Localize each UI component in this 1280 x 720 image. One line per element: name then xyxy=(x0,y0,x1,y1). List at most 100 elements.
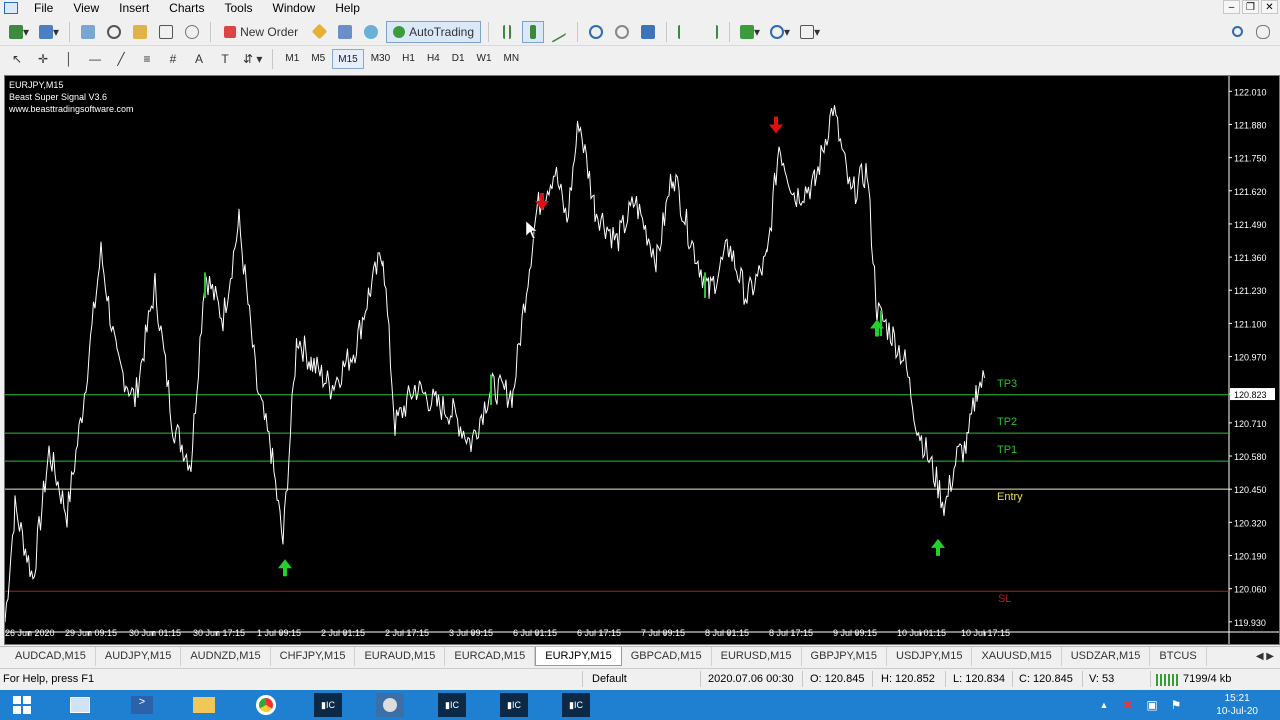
level-label-sl: SL xyxy=(998,593,1011,605)
timeframe-m30[interactable]: M30 xyxy=(366,49,395,69)
timeframe-h1[interactable]: H1 xyxy=(397,49,420,69)
tab-gbpcad-m15[interactable]: GBPCAD,M15 xyxy=(622,647,712,666)
channel-button[interactable]: ≡ xyxy=(136,48,158,70)
tester-button[interactable] xyxy=(181,21,203,43)
tab-audnzd-m15[interactable]: AUDNZD,M15 xyxy=(181,647,271,666)
metaeditor-button[interactable] xyxy=(308,21,330,43)
new-chart-button[interactable]: ▾ xyxy=(6,21,32,43)
horizontal-line-button[interactable]: — xyxy=(84,48,106,70)
auto-scroll-button[interactable] xyxy=(700,21,722,43)
tray-network-icon[interactable]: ▣ xyxy=(1142,693,1162,717)
data-window-button[interactable] xyxy=(103,21,125,43)
menu-insert[interactable]: Insert xyxy=(109,1,159,15)
timeframe-m1[interactable]: M1 xyxy=(280,49,304,69)
indicators-button[interactable]: ▾ xyxy=(737,21,763,43)
timeframe-w1[interactable]: W1 xyxy=(472,49,497,69)
level-label-tp2: TP2 xyxy=(997,416,1017,428)
zoom-in-button[interactable] xyxy=(585,21,607,43)
text-button[interactable]: A xyxy=(188,48,210,70)
tile-windows-button[interactable] xyxy=(637,21,659,43)
metatrader-icon[interactable]: ▮IC xyxy=(314,693,342,717)
price-chart[interactable]: TP3 TP2 TP1 Entry SL 122.010 121.880 121.750 121… xyxy=(5,76,1279,644)
chart-shift-button[interactable] xyxy=(674,21,696,43)
fibonacci-button[interactable]: # xyxy=(162,48,184,70)
minimize-icon[interactable]: – xyxy=(1223,0,1240,14)
timeframe-m15[interactable]: M15 xyxy=(332,49,364,69)
market-button[interactable] xyxy=(360,21,382,43)
status-traffic: 7199/4 kb xyxy=(1183,673,1232,685)
tab-btcus[interactable]: BTCUS xyxy=(1150,647,1207,666)
tab-xauusd-m15[interactable]: XAUUSD,M15 xyxy=(972,647,1062,666)
vertical-line-button[interactable]: │ xyxy=(58,48,80,70)
tab-euraud-m15[interactable]: EURAUD,M15 xyxy=(355,647,446,666)
timeframe-m5[interactable]: M5 xyxy=(306,49,330,69)
text-label-button[interactable]: T xyxy=(214,48,236,70)
current-price-label: 120.823 xyxy=(1234,390,1267,400)
tab-scroll-arrows[interactable]: ◀ ▶ xyxy=(1256,647,1274,666)
tab-gbpjpy-m15[interactable]: GBPJPY,M15 xyxy=(802,647,887,666)
menu-view[interactable]: View xyxy=(63,1,109,15)
trendline-button[interactable]: ╱ xyxy=(110,48,132,70)
autotrading-label: AutoTrading xyxy=(409,24,475,39)
price-axis-label: 120.190 xyxy=(1234,551,1267,561)
market-watch-button[interactable] xyxy=(77,21,99,43)
auto-scroll-icon xyxy=(704,24,719,39)
powershell-icon[interactable]: > xyxy=(128,693,156,717)
new-order-button[interactable]: New Order xyxy=(218,21,304,43)
chat-button[interactable] xyxy=(1252,21,1274,43)
windows-start-icon[interactable] xyxy=(8,693,36,717)
tab-eurcad-m15[interactable]: EURCAD,M15 xyxy=(445,647,536,666)
tab-eurjpy-m15[interactable]: EURJPY,M15 xyxy=(535,647,622,666)
cursor-icon: ↖ xyxy=(11,52,23,66)
periods-button[interactable]: ▾ xyxy=(767,21,793,43)
computer-icon[interactable] xyxy=(66,693,94,717)
buy-arrow-icon xyxy=(278,559,292,577)
timeframe-mn[interactable]: MN xyxy=(499,49,525,69)
menu-file[interactable]: File xyxy=(24,1,63,15)
close-icon[interactable]: ✕ xyxy=(1261,0,1278,14)
search-button[interactable] xyxy=(1226,21,1248,43)
bar-chart-button[interactable] xyxy=(496,21,518,43)
autotrading-button[interactable]: AutoTrading xyxy=(386,20,482,43)
timeframe-h4[interactable]: H4 xyxy=(422,49,445,69)
navigator-button[interactable] xyxy=(129,21,151,43)
taskbar-clock[interactable]: 15:21 10-Jul-20 xyxy=(1216,692,1258,718)
metatrader-icon[interactable]: ▮IC xyxy=(500,693,528,717)
metatrader-icon[interactable]: ▮IC xyxy=(562,693,590,717)
terminal-button[interactable] xyxy=(155,21,177,43)
candlesticks-button[interactable] xyxy=(522,20,545,43)
tab-chfjpy-m15[interactable]: CHFJPY,M15 xyxy=(271,647,356,666)
timeframe-d1[interactable]: D1 xyxy=(447,49,470,69)
metatrader-icon[interactable]: ▮IC xyxy=(438,693,466,717)
tray-expand-icon[interactable]: ▲ xyxy=(1096,693,1112,717)
time-axis-label: 8 Jul 01:15 xyxy=(705,628,749,638)
app-owl-icon[interactable] xyxy=(376,693,404,717)
zoom-out-button[interactable] xyxy=(611,21,633,43)
crosshair-button[interactable]: ✛ xyxy=(32,48,54,70)
menu-help[interactable]: Help xyxy=(325,1,370,15)
menu-window[interactable]: Window xyxy=(263,1,326,15)
arrows-button[interactable]: ⇵ ▾ xyxy=(240,48,265,70)
tab-eurusd-m15[interactable]: EURUSD,M15 xyxy=(712,647,802,666)
chart-window[interactable]: TP3 TP2 TP1 Entry SL 122.010 121.880 121.750 121… xyxy=(4,75,1280,645)
profiles-button[interactable]: ▾ xyxy=(36,21,62,43)
time-axis-label: 7 Jul 09:15 xyxy=(641,628,685,638)
chrome-icon[interactable] xyxy=(252,693,280,717)
menu-charts[interactable]: Charts xyxy=(159,1,214,15)
folder-icon[interactable] xyxy=(190,693,218,717)
tray-flag-icon[interactable]: ⚑ xyxy=(1166,693,1186,717)
menu-tools[interactable]: Tools xyxy=(215,1,263,15)
tab-usdzar-m15[interactable]: USDZAR,M15 xyxy=(1062,647,1151,666)
tab-audjpy-m15[interactable]: AUDJPY,M15 xyxy=(96,647,182,666)
line-chart-button[interactable] xyxy=(548,20,570,43)
signals-button[interactable] xyxy=(334,21,356,43)
status-divider xyxy=(582,671,583,687)
tab-usdjpy-m15[interactable]: USDJPY,M15 xyxy=(887,647,973,666)
cursor-button[interactable]: ↖ xyxy=(6,48,28,70)
templates-button[interactable]: ▾ xyxy=(797,21,823,43)
chart-tabs: AUDCAD,M15 AUDJPY,M15 AUDNZD,M15 CHFJPY,M15… xyxy=(0,646,1280,666)
price-axis-label: 121.360 xyxy=(1234,253,1267,263)
tray-security-icon[interactable]: ✖ xyxy=(1118,693,1138,717)
tab-audcad-m15[interactable]: AUDCAD,M15 xyxy=(6,647,96,666)
restore-icon[interactable]: ❐ xyxy=(1242,0,1259,14)
